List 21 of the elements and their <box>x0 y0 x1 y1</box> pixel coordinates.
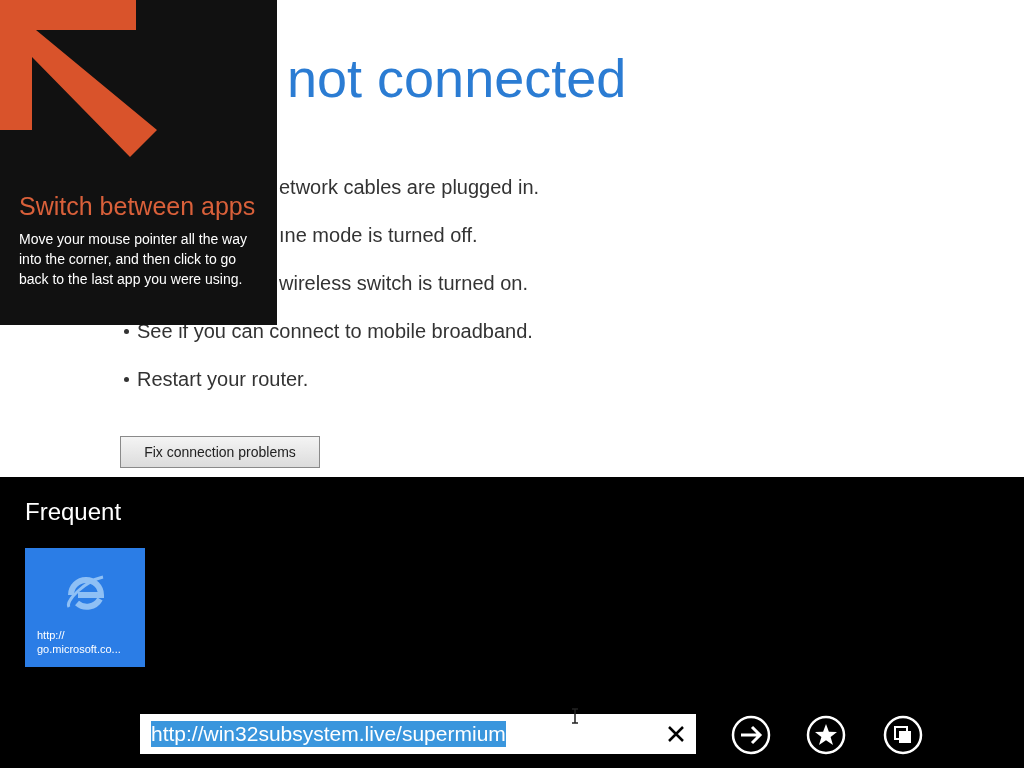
favorite-button[interactable] <box>806 715 846 755</box>
go-button[interactable] <box>731 715 771 755</box>
hint-title: Switch between apps <box>19 191 256 222</box>
tip-text: Restart your router. <box>137 367 309 392</box>
tip-text: ıne mode is turned off. <box>279 223 478 248</box>
tip-text: etwork cables are plugged in. <box>279 175 540 200</box>
arrow-icon <box>0 0 157 157</box>
bullet-icon <box>124 376 129 382</box>
address-text: http://win32subsystem.live/supermium <box>151 721 506 747</box>
fix-connection-button[interactable]: Fix connection problems <box>120 436 320 468</box>
site-tile[interactable]: http:// go.microsoft.co... <box>25 548 145 667</box>
tabs-button[interactable] <box>883 715 923 755</box>
tile-label: http:// go.microsoft.co... <box>37 628 122 656</box>
page-heading: not connected <box>287 47 627 110</box>
browser-icon <box>65 573 107 613</box>
close-icon[interactable] <box>668 726 684 742</box>
section-title: Frequent <box>25 497 122 527</box>
text-cursor-icon <box>571 708 579 724</box>
bullet-icon <box>124 328 129 334</box>
tip-text: wireless switch is turned on. <box>279 271 528 296</box>
hint-text: Move your mouse pointer all the way into the corner, and then click to go back to the last app you were using. <box>19 230 248 289</box>
